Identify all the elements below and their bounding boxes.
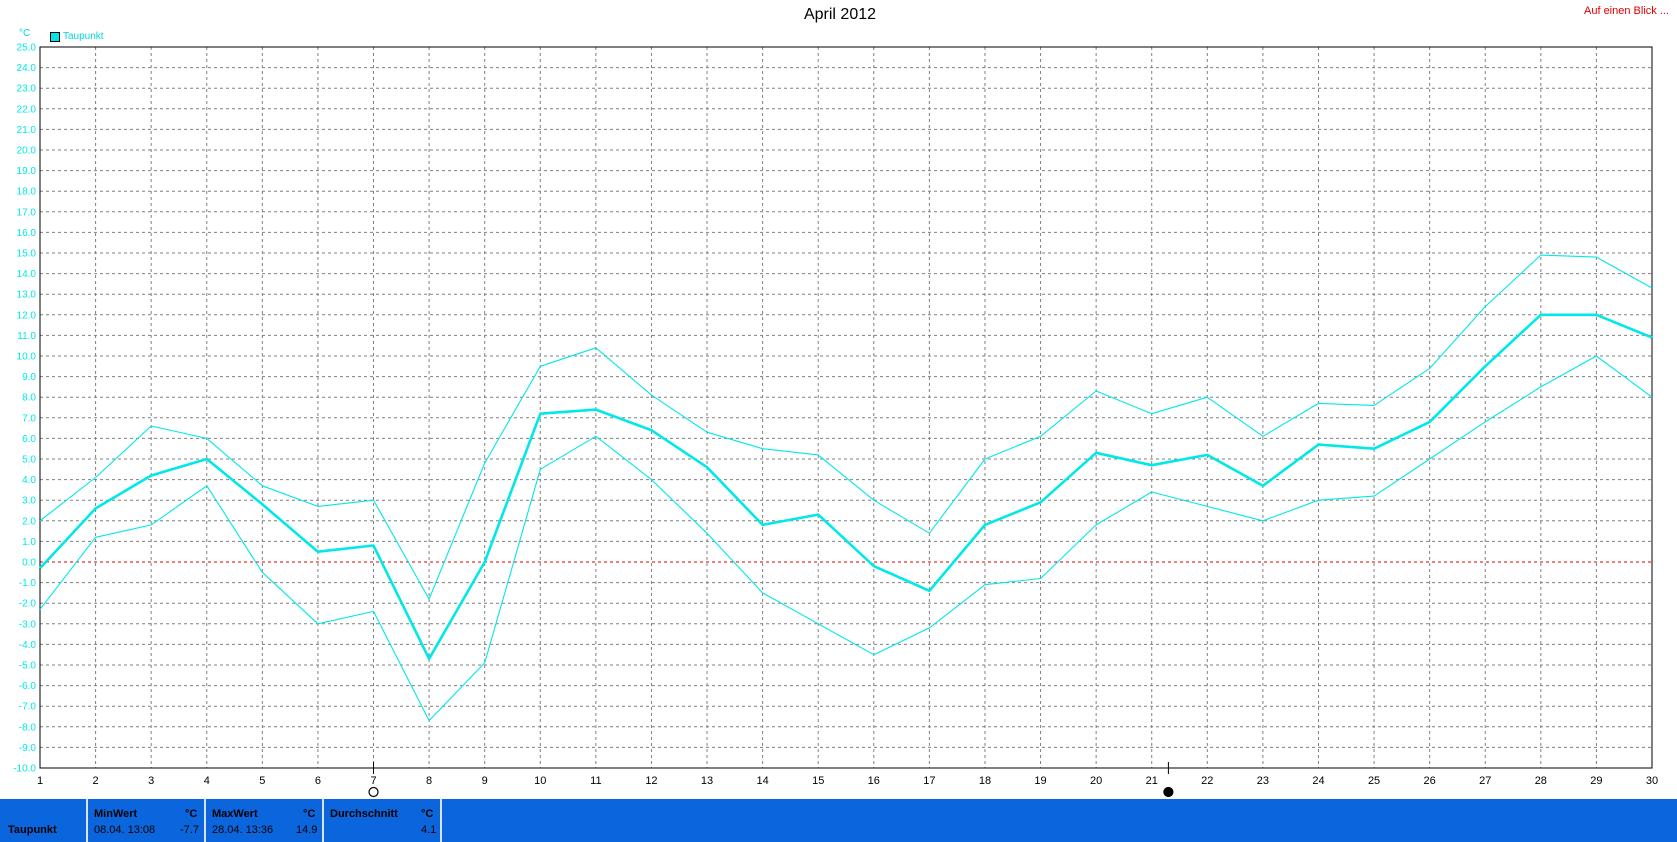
x-tick-label: 22 (1201, 775, 1213, 787)
x-tick-label: 13 (701, 775, 713, 787)
y-tick-label: 13.0 (17, 290, 37, 301)
y-tick-label: 2.0 (22, 516, 36, 527)
y-tick-label: -3.0 (19, 619, 37, 630)
y-tick-label: 25.0 (17, 43, 37, 54)
plot-frame (39, 46, 1653, 769)
x-tick-label: 14 (756, 775, 768, 787)
y-tick-label: 7.0 (22, 413, 36, 424)
x-tick-label: 5 (259, 775, 265, 787)
stats-row-label: Taupunkt (8, 824, 57, 836)
y-tick-label: -5.0 (19, 661, 37, 672)
x-tick-label: 4 (204, 775, 210, 787)
x-tick-label: 6 (315, 775, 321, 787)
stats-divider (322, 799, 324, 842)
x-tick-label: 15 (812, 775, 824, 787)
full-moon-icon (368, 786, 379, 798)
avg-unit: °C (421, 808, 434, 820)
x-tick-label: 7 (370, 775, 376, 787)
y-tick-label: -8.0 (19, 722, 37, 733)
max-unit: °C (303, 808, 316, 820)
y-tick-label: 22.0 (17, 104, 37, 115)
y-tick-label: 1.0 (22, 537, 36, 548)
max-value: 14.9 (296, 824, 318, 836)
y-tick-label: -6.0 (19, 681, 37, 692)
y-tick-label: 4.0 (22, 475, 36, 486)
stats-divider (86, 799, 88, 842)
y-tick-label: 24.0 (17, 63, 37, 74)
y-tick-label: 6.0 (22, 434, 36, 445)
x-tick-label: 18 (979, 775, 991, 787)
series-line-min (39, 355, 1653, 722)
min-unit: °C (185, 808, 198, 820)
new-moon-icon (1163, 786, 1174, 798)
y-tick-label: -2.0 (19, 599, 37, 610)
x-tick-label: 21 (1146, 775, 1158, 787)
y-tick-label: 3.0 (22, 496, 36, 507)
series-line-mean (39, 313, 1653, 661)
y-tick-label: 11.0 (17, 331, 36, 342)
x-tick-label: 25 (1368, 775, 1380, 787)
max-value-block: MaxWert °C 28.04. 13:36 14.9 (212, 808, 318, 838)
x-tick-label: 10 (534, 775, 546, 787)
y-tick-label: 12.0 (17, 310, 37, 321)
x-tick-label: 2 (93, 775, 99, 787)
y-tick-label: -7.0 (19, 702, 37, 713)
y-tick-label: 14.0 (17, 269, 37, 280)
y-tick-label: 19.0 (17, 166, 37, 177)
x-tick-label: 30 (1646, 775, 1658, 787)
average-block: Durchschnitt °C 4.1 (330, 808, 436, 838)
y-tick-label: 0.0 (22, 558, 36, 569)
y-tick-label: -4.0 (19, 640, 37, 651)
y-tick-label: 8.0 (22, 393, 36, 404)
x-tick-label: 24 (1312, 775, 1324, 787)
avg-value: 4.1 (421, 824, 437, 836)
y-tick-label: 23.0 (17, 84, 37, 95)
x-tick-label: 16 (868, 775, 880, 787)
y-tick-label: -1.0 (19, 578, 37, 589)
min-value-block: MinWert °C 08.04. 13:08 -7.7 (94, 808, 200, 838)
x-tick-label: 23 (1257, 775, 1269, 787)
max-time: 28.04. 13:36 (212, 824, 274, 836)
series-line-max (39, 254, 1653, 600)
x-tick-label: 29 (1590, 775, 1602, 787)
y-tick-label: 16.0 (17, 228, 37, 239)
stats-panel: Taupunkt MinWert °C 08.04. 13:08 -7.7 Ma… (0, 799, 1677, 842)
min-value: -7.7 (180, 824, 199, 836)
x-tick-label: 17 (923, 775, 935, 787)
y-tick-label: 5.0 (22, 455, 36, 466)
y-tick-label: 17.0 (17, 207, 37, 218)
y-tick-label: 9.0 (22, 372, 36, 383)
x-tick-label: 28 (1535, 775, 1547, 787)
y-tick-label: -9.0 (19, 743, 37, 754)
y-tick-label: 18.0 (17, 187, 37, 198)
y-tick-label: 15.0 (17, 249, 37, 260)
x-tick-label: 19 (1034, 775, 1046, 787)
x-tick-label: 12 (645, 775, 657, 787)
stats-divider (440, 799, 442, 842)
stats-divider (204, 799, 206, 842)
min-time: 08.04. 13:08 (94, 824, 156, 836)
y-tick-label: 10.0 (17, 352, 37, 363)
x-tick-label: 9 (482, 775, 488, 787)
y-tick-label: -10.0 (13, 764, 36, 775)
y-tick-label: 20.0 (17, 146, 37, 157)
x-tick-label: 27 (1479, 775, 1491, 787)
x-tick-label: 8 (426, 775, 432, 787)
x-tick-label: 20 (1090, 775, 1102, 787)
dewpoint-chart: -10.0 -9.0 -8.0 -7.0 -6.0 -5.0 -4.0 -3.0 -2.0 -1.… (13, 43, 1658, 798)
y-tick-label: 21.0 (17, 125, 37, 136)
x-tick-label: 11 (590, 775, 601, 787)
x-tick-label: 26 (1424, 775, 1436, 787)
x-tick-label: 3 (148, 775, 154, 787)
x-tick-label: 1 (37, 775, 43, 787)
